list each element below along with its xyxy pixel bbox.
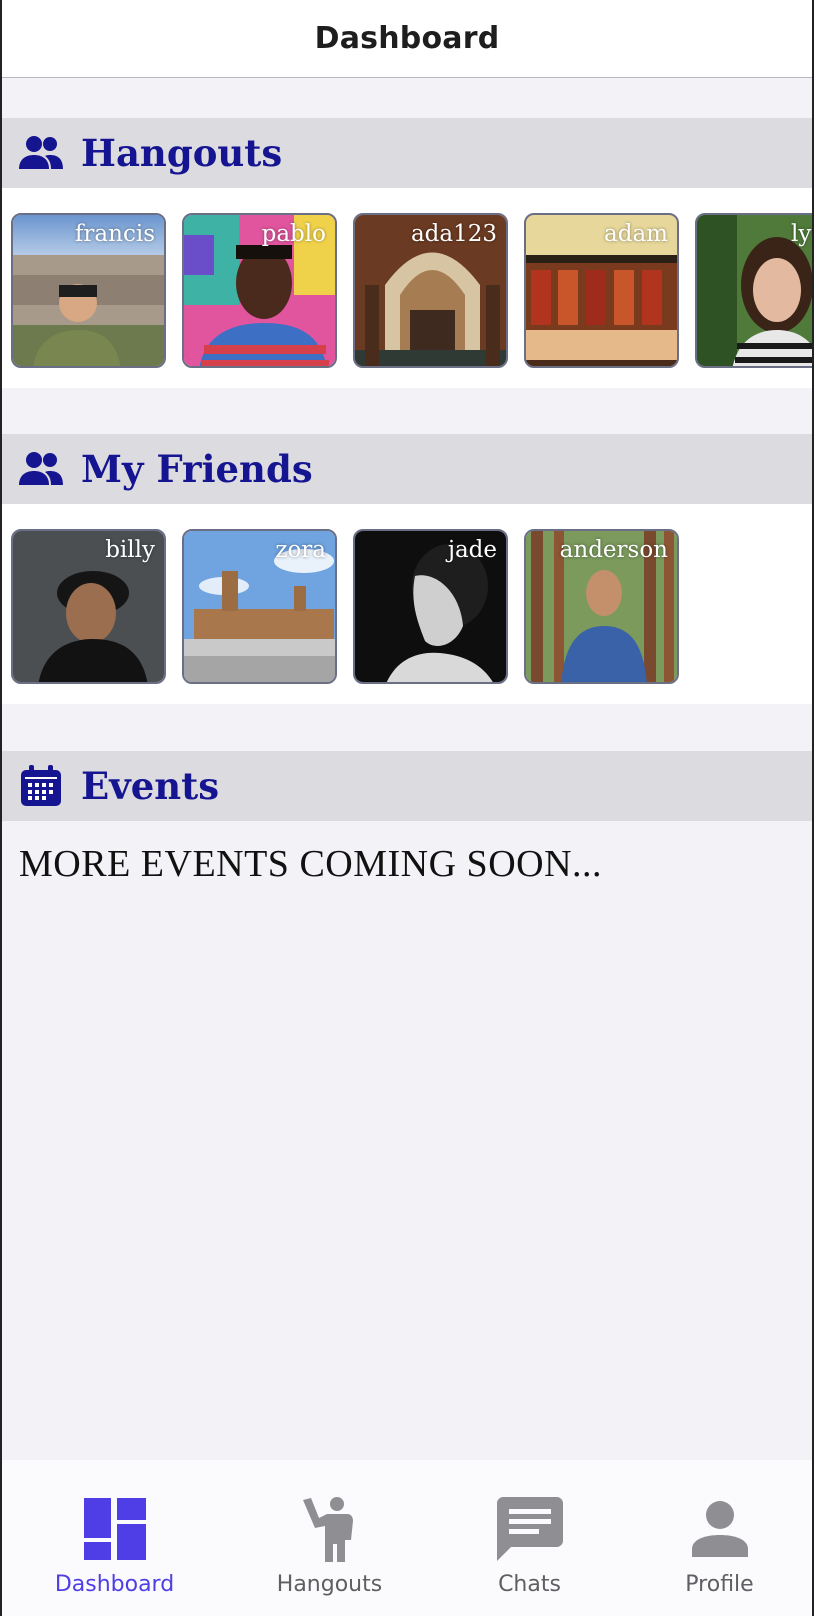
tab-label: Profile — [685, 1572, 754, 1597]
friend-username: anderson — [559, 537, 668, 563]
tab-hangouts[interactable]: Hangouts — [257, 1460, 402, 1616]
hangout-username: ada123 — [410, 221, 497, 247]
hangout-username: adam — [604, 221, 668, 247]
person-waving-icon — [301, 1496, 359, 1562]
person-icon — [691, 1496, 748, 1562]
hangouts-section-title: Hangouts — [81, 131, 283, 175]
page-title: Dashboard — [314, 21, 500, 56]
hangout-username: francis — [74, 221, 155, 247]
friends-section-header: My Friends — [2, 434, 812, 504]
dashboard-icon — [83, 1496, 146, 1562]
tab-dashboard[interactable]: Dashboard — [42, 1460, 187, 1616]
bottom-tab-bar: Dashboard Hangouts Chats Profile — [2, 1460, 812, 1616]
friends-section-title: My Friends — [81, 447, 313, 491]
hangout-card-pablo[interactable]: pablo — [182, 213, 337, 368]
people-icon — [17, 129, 65, 177]
people-icon — [17, 445, 65, 493]
tab-label: Chats — [498, 1572, 561, 1597]
hangouts-carousel[interactable]: francis pablo ada123 adam ly — [2, 188, 812, 388]
tab-chats[interactable]: Chats — [457, 1460, 602, 1616]
hangout-card-ly[interactable]: ly — [695, 213, 812, 368]
tab-label: Hangouts — [276, 1572, 383, 1597]
hangout-card-francis[interactable]: francis — [11, 213, 166, 368]
hangout-username: pablo — [261, 221, 326, 247]
friend-username: billy — [105, 537, 155, 563]
tab-label: Dashboard — [54, 1572, 175, 1597]
friend-card-jade[interactable]: jade — [353, 529, 508, 684]
events-empty-message: MORE EVENTS COMING SOON... — [19, 843, 603, 885]
friend-username: jade — [447, 537, 497, 563]
tab-profile[interactable]: Profile — [647, 1460, 792, 1616]
top-navigation-bar: Dashboard — [2, 0, 812, 78]
hangouts-section-header: Hangouts — [2, 118, 812, 188]
chat-bubble-icon — [496, 1496, 563, 1562]
events-section-title: Events — [81, 764, 220, 808]
hangout-card-ada123[interactable]: ada123 — [353, 213, 508, 368]
friend-username: zora — [275, 537, 326, 563]
hangout-username: ly — [791, 221, 812, 247]
app-screen: Dashboard Hangouts francis pablo ada123 … — [0, 0, 814, 1616]
hangout-card-adam[interactable]: adam — [524, 213, 679, 368]
friend-card-anderson[interactable]: anderson — [524, 529, 679, 684]
events-section-header: Events — [2, 751, 812, 821]
calendar-icon — [17, 762, 65, 810]
friend-card-billy[interactable]: billy — [11, 529, 166, 684]
friends-carousel[interactable]: billy zora jade anderson — [2, 504, 812, 704]
friend-card-zora[interactable]: zora — [182, 529, 337, 684]
